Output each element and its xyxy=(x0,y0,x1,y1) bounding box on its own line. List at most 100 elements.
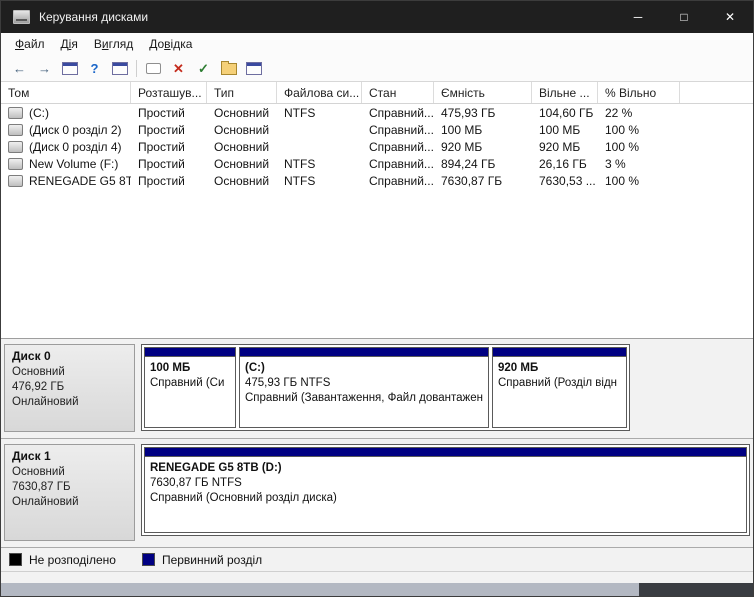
cell-volume: New Volume (F:) xyxy=(1,157,131,171)
open-folder-icon xyxy=(221,63,237,75)
column-header-fs[interactable]: Файлова си... xyxy=(277,82,362,103)
column-header-type[interactable]: Тип xyxy=(207,82,277,103)
disk-graph-0: 100 МБСправний (Си(C:)475,93 ГБ NTFSСпра… xyxy=(141,344,630,431)
menu-action[interactable]: Дія xyxy=(53,35,86,53)
column-header-capacity[interactable]: Ємність xyxy=(434,82,532,103)
column-header-layout[interactable]: Розташув... xyxy=(131,82,207,103)
cell-free: 100 МБ xyxy=(532,123,598,137)
window-controls: ─□✕ xyxy=(615,1,753,33)
disk-panel-0[interactable]: Диск 0Основний476,92 ГБОнлайновий xyxy=(4,344,135,432)
delete-volume-icon: ✕ xyxy=(173,62,184,75)
cell-volume: (Диск 0 розділ 2) xyxy=(1,123,131,137)
desktop-edge xyxy=(1,583,753,596)
delete-volume-icon-button[interactable]: ✕ xyxy=(166,57,191,79)
maximize-button[interactable]: □ xyxy=(661,1,707,33)
disk-info-line: 7630,87 ГБ xyxy=(12,480,127,495)
cell-type: Основний xyxy=(207,157,277,171)
cell-fs: NTFS xyxy=(277,106,362,120)
volume-row[interactable]: RENEGADE G5 8TB...ПростийОсновнийNTFSСпр… xyxy=(1,172,753,189)
minimize-button[interactable]: ─ xyxy=(615,1,661,33)
legend-item: Первинний розділ xyxy=(142,553,262,567)
disk-info-line: Онлайновий xyxy=(12,395,127,410)
legend-label: Первинний розділ xyxy=(162,553,262,567)
back-icon-button[interactable]: ← xyxy=(7,57,32,79)
disk-management-window: Керування дисками ─□✕ ФайлДіяВиглядДовід… xyxy=(0,0,754,597)
legend-bar: Не розподілено Первинний розділ xyxy=(1,548,753,571)
forward-icon-button[interactable]: → xyxy=(32,57,57,79)
disk-row-0: Диск 0Основний476,92 ГБОнлайновий100 МБС… xyxy=(1,339,753,439)
cell-fs: NTFS xyxy=(277,174,362,188)
cell-capacity: 894,24 ГБ xyxy=(434,157,532,171)
console-tree-icon xyxy=(62,62,78,75)
volume-row[interactable]: (Диск 0 розділ 2)ПростийОсновнийСправний… xyxy=(1,121,753,138)
disk-panel-1[interactable]: Диск 1 Основний7630,87 ГБОнлайновий xyxy=(4,444,135,541)
cell-type: Основний xyxy=(207,174,277,188)
cell-type: Основний xyxy=(207,106,277,120)
volume-list-pane: ТомРозташув...ТипФайлова си...СтанЄмніст… xyxy=(1,82,753,338)
volume-icon xyxy=(8,141,23,153)
export-list-icon xyxy=(112,62,128,75)
column-header-pct[interactable]: % Вільно xyxy=(598,82,680,103)
partition[interactable]: 100 МБСправний (Си xyxy=(144,347,236,428)
disk-info-line: Онлайновий xyxy=(12,495,127,510)
cell-status: Справний... xyxy=(362,123,434,137)
open-folder-icon-button[interactable] xyxy=(216,57,241,79)
volume-row[interactable]: New Volume (F:)ПростийОсновнийNTFSСправн… xyxy=(1,155,753,172)
disk-name: Диск 0 xyxy=(12,349,127,363)
partition[interactable]: RENEGADE G5 8TB (D:)7630,87 ГБ NTFSСправ… xyxy=(144,447,747,533)
menu-file[interactable]: Файл xyxy=(7,35,53,53)
console-tree-icon-button[interactable] xyxy=(57,57,82,79)
cell-layout: Простий xyxy=(131,174,207,188)
disk-graph-1: RENEGADE G5 8TB (D:)7630,87 ГБ NTFSСправ… xyxy=(141,444,750,536)
column-header-status[interactable]: Стан xyxy=(362,82,434,103)
cell-volume: (Диск 0 розділ 4) xyxy=(1,140,131,154)
toolbar: ←→? ✕ ✓ xyxy=(1,55,753,82)
taskbar-fragment xyxy=(639,583,753,596)
volume-icon xyxy=(8,124,23,136)
status-bar xyxy=(1,571,753,583)
cell-layout: Простий xyxy=(131,157,207,171)
legend-swatch xyxy=(142,553,155,566)
help-icon-button[interactable]: ? xyxy=(82,57,107,79)
cell-free: 7630,53 ... xyxy=(532,174,598,188)
volume-row[interactable]: (C:)ПростийОсновнийNTFSСправний...475,93… xyxy=(1,104,753,121)
cell-status: Справний... xyxy=(362,140,434,154)
export-list-icon-button[interactable] xyxy=(107,57,132,79)
partition-label: 920 МБСправний (Розділ відн xyxy=(493,357,626,391)
disk-row-1: Диск 1 Основний7630,87 ГБОнлайновий RENEGA… xyxy=(1,439,753,548)
dialog-icon xyxy=(146,63,161,74)
partition[interactable]: 920 МБСправний (Розділ відн xyxy=(492,347,627,428)
toolbar-separator xyxy=(136,60,137,77)
column-header-volume[interactable]: Том xyxy=(1,82,131,103)
menu-bar: ФайлДіяВиглядДовідка xyxy=(1,33,753,55)
cell-pct: 100 % xyxy=(598,174,680,188)
check-disk-icon-button[interactable]: ✓ xyxy=(191,57,216,79)
volume-icon xyxy=(8,158,23,170)
partition-type-band xyxy=(240,348,488,357)
volume-icon xyxy=(8,107,23,119)
partition[interactable]: (C:)475,93 ГБ NTFSСправний (Завантаження… xyxy=(239,347,489,428)
cell-capacity: 475,93 ГБ xyxy=(434,106,532,120)
close-button[interactable]: ✕ xyxy=(707,1,753,33)
cell-volume: (C:) xyxy=(1,106,131,120)
volume-row[interactable]: (Диск 0 розділ 4)ПростийОсновнийСправний… xyxy=(1,138,753,155)
cell-status: Справний... xyxy=(362,106,434,120)
check-disk-icon: ✓ xyxy=(198,62,209,75)
cell-status: Справний... xyxy=(362,157,434,171)
menu-help[interactable]: Довідка xyxy=(141,35,200,53)
cell-free: 104,60 ГБ xyxy=(532,106,598,120)
disk-info-line: Основний xyxy=(12,465,127,480)
partition-type-band xyxy=(145,348,235,357)
cell-pct: 22 % xyxy=(598,106,680,120)
column-header-free[interactable]: Вільне ... xyxy=(532,82,598,103)
disk-name: Диск 1 xyxy=(12,449,127,463)
cell-layout: Простий xyxy=(131,106,207,120)
graph-pane: Диск 0Основний476,92 ГБОнлайновий100 МБС… xyxy=(1,338,753,548)
fields-icon-button[interactable] xyxy=(241,57,266,79)
cell-capacity: 100 МБ xyxy=(434,123,532,137)
cell-pct: 100 % xyxy=(598,123,680,137)
partition-label: (C:)475,93 ГБ NTFSСправний (Завантаження… xyxy=(240,357,488,406)
menu-view[interactable]: Вигляд xyxy=(86,35,141,53)
dialog-icon-button[interactable] xyxy=(141,57,166,79)
legend-item: Не розподілено xyxy=(9,553,116,567)
